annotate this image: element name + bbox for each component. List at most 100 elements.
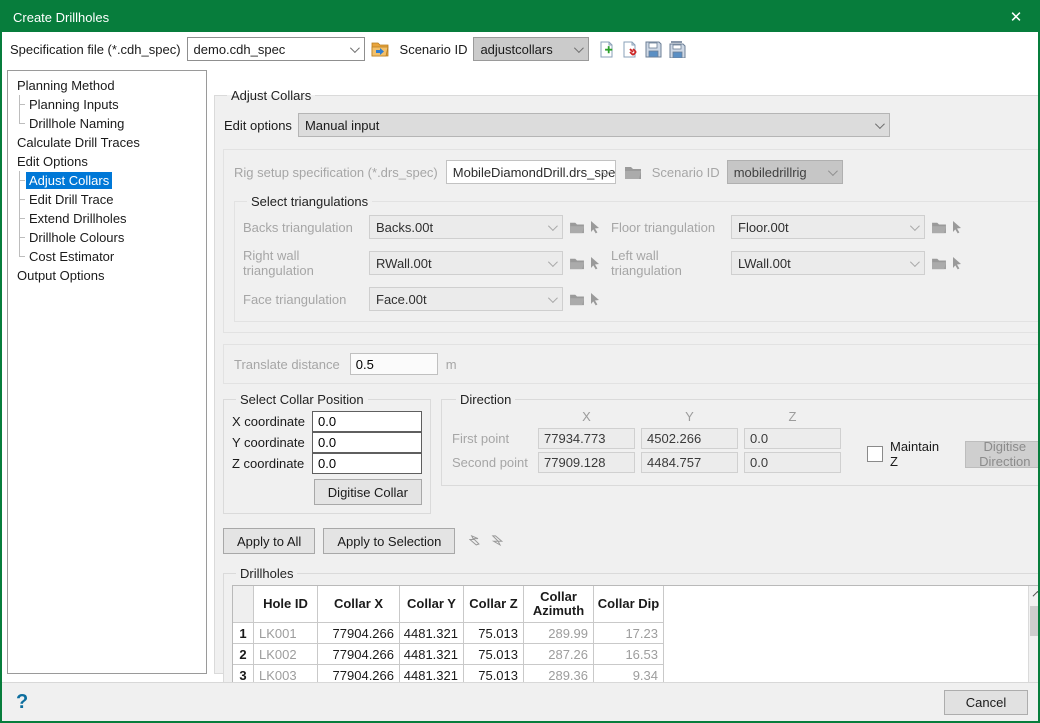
scrollbar-thumb[interactable] <box>1030 606 1040 636</box>
second-point-z-input <box>744 452 841 473</box>
table-corner-cell <box>233 586 254 623</box>
column-header-collar-dip[interactable]: Collar Dip <box>594 586 664 623</box>
close-button[interactable]: ✕ <box>994 2 1038 32</box>
cell-collar-x[interactable]: 77904.266 <box>318 623 400 644</box>
pick-cursor-icon <box>952 257 962 270</box>
cell-hole-id[interactable]: LK002 <box>254 644 318 665</box>
digitise-direction-button: Digitise Direction <box>965 441 1040 468</box>
apply-to-all-button[interactable]: Apply to All <box>223 528 315 554</box>
scroll-up-arrow-icon[interactable] <box>1029 586 1040 603</box>
tree-item-drillhole-colours[interactable]: Drillhole Colours <box>10 228 204 247</box>
folder-icon <box>931 221 947 234</box>
row-number[interactable]: 2 <box>233 644 254 665</box>
dialog-footer: ? Cancel <box>2 682 1038 721</box>
folder-icon <box>569 257 585 270</box>
pick-cursor-icon <box>590 257 600 270</box>
close-icon: ✕ <box>1010 8 1023 26</box>
backs-triangulation-label: Backs triangulation <box>243 220 369 235</box>
spec-file-value: demo.cdh_spec <box>194 42 286 57</box>
cell-collar-x[interactable]: 77904.266 <box>318 644 400 665</box>
delete-scenario-icon[interactable] <box>622 41 639 58</box>
left-wall-triangulation-combobox: LWall.00t <box>731 251 925 275</box>
maintain-z-checkbox[interactable] <box>867 446 883 462</box>
maintain-z-label: Maintain Z <box>890 439 939 469</box>
chevron-down-icon <box>548 293 558 303</box>
digitise-collar-button[interactable]: Digitise Collar <box>314 479 422 505</box>
direction-group: Direction X Y Z First point Second point <box>441 392 1040 486</box>
translate-distance-label: Translate distance <box>234 357 340 372</box>
translate-distance-section: Translate distance m <box>223 344 1040 384</box>
rig-spec-combobox: MobileDiamondDrill.drs_spec <box>446 160 616 184</box>
tree-item-planning-method[interactable]: Planning Method <box>10 76 204 95</box>
translate-distance-unit: m <box>446 357 457 372</box>
rig-spec-value: MobileDiamondDrill.drs_spec <box>453 165 616 180</box>
cell-collar-z[interactable]: 75.013 <box>464 644 524 665</box>
save-as-icon[interactable] <box>668 41 686 58</box>
adjust-collars-title: Adjust Collars <box>227 88 315 103</box>
drillholes-title: Drillholes <box>236 566 297 581</box>
row-number[interactable]: 1 <box>233 623 254 644</box>
rig-scenario-id-label: Scenario ID <box>652 165 720 180</box>
apply-to-selection-button[interactable]: Apply to Selection <box>323 528 455 554</box>
tree-item-planning-inputs[interactable]: Planning Inputs <box>10 95 204 114</box>
second-point-x-input <box>538 452 635 473</box>
create-drillholes-dialog: Create Drillholes ✕ Specification file (… <box>0 0 1040 723</box>
direction-x-header: X <box>538 409 635 425</box>
edit-options-label: Edit options <box>224 118 292 133</box>
folder-icon <box>931 257 947 270</box>
tree-item-output-options[interactable]: Output Options <box>10 266 204 285</box>
tree-item-calculate-drill-traces[interactable]: Calculate Drill Traces <box>10 133 204 152</box>
select-collar-position-title: Select Collar Position <box>236 392 368 407</box>
column-header-hole-id[interactable]: Hole ID <box>254 586 318 623</box>
cell-collar-dip[interactable]: 16.53 <box>594 644 664 665</box>
tree-item-edit-options[interactable]: Edit Options <box>10 152 204 171</box>
spec-file-combobox[interactable]: demo.cdh_spec <box>187 37 365 61</box>
column-header-collar-x[interactable]: Collar X <box>318 586 400 623</box>
column-header-collar-azimuth[interactable]: Collar Azimuth <box>524 586 594 623</box>
tree-item-edit-drill-trace[interactable]: Edit Drill Trace <box>10 190 204 209</box>
cell-collar-azimuth[interactable]: 289.99 <box>524 623 594 644</box>
rig-scenario-value: mobiledrillrig <box>734 165 807 180</box>
translate-distance-input[interactable] <box>350 353 438 375</box>
direction-y-header: Y <box>641 409 738 425</box>
right-wall-triangulation-combobox: RWall.00t <box>369 251 563 275</box>
y-coordinate-input[interactable] <box>312 432 422 453</box>
floor-triangulation-label: Floor triangulation <box>611 220 731 235</box>
chevron-down-icon <box>349 43 359 53</box>
z-coordinate-label: Z coordinate <box>232 456 312 471</box>
help-icon[interactable]: ? <box>16 691 28 714</box>
spec-toolbar: Specification file (*.cdh_spec) demo.cdh… <box>2 32 1038 66</box>
undo-icon <box>469 535 482 547</box>
chevron-down-icon <box>548 257 558 267</box>
open-folder-icon[interactable] <box>371 41 390 57</box>
scenario-id-combobox[interactable]: adjustcollars <box>473 37 589 61</box>
cell-hole-id[interactable]: LK001 <box>254 623 318 644</box>
select-collar-position-group: Select Collar Position X coordinate Y co… <box>223 392 431 514</box>
first-point-label: First point <box>452 431 532 446</box>
column-header-collar-z[interactable]: Collar Z <box>464 586 524 623</box>
chevron-down-icon <box>875 119 885 129</box>
cell-collar-z[interactable]: 75.013 <box>464 623 524 644</box>
z-coordinate-input[interactable] <box>312 453 422 474</box>
folder-icon <box>624 165 642 180</box>
backs-triangulation-combobox: Backs.00t <box>369 215 563 239</box>
edit-options-combobox[interactable]: Manual input <box>298 113 890 137</box>
tree-item-cost-estimator[interactable]: Cost Estimator <box>10 247 204 266</box>
settings-tree: Planning Method Planning Inputs Drillhol… <box>7 70 207 674</box>
cell-collar-y[interactable]: 4481.321 <box>400 623 464 644</box>
x-coordinate-input[interactable] <box>312 411 422 432</box>
cell-collar-dip[interactable]: 17.23 <box>594 623 664 644</box>
left-wall-triangulation-label: Left wall triangulation <box>611 248 731 278</box>
new-scenario-icon[interactable] <box>599 41 616 58</box>
select-triangulations-group: Select triangulations Backs triangulatio… <box>234 194 1040 322</box>
cell-collar-azimuth[interactable]: 287.26 <box>524 644 594 665</box>
cancel-button[interactable]: Cancel <box>944 690 1028 715</box>
tree-item-drillhole-naming[interactable]: Drillhole Naming <box>10 114 204 133</box>
folder-icon <box>569 221 585 234</box>
tree-item-adjust-collars[interactable]: Adjust Collars <box>10 171 204 190</box>
tree-item-extend-drillholes[interactable]: Extend Drillholes <box>10 209 204 228</box>
cell-collar-y[interactable]: 4481.321 <box>400 644 464 665</box>
column-header-collar-y[interactable]: Collar Y <box>400 586 464 623</box>
save-icon[interactable] <box>645 41 662 58</box>
pick-cursor-icon <box>590 293 600 306</box>
